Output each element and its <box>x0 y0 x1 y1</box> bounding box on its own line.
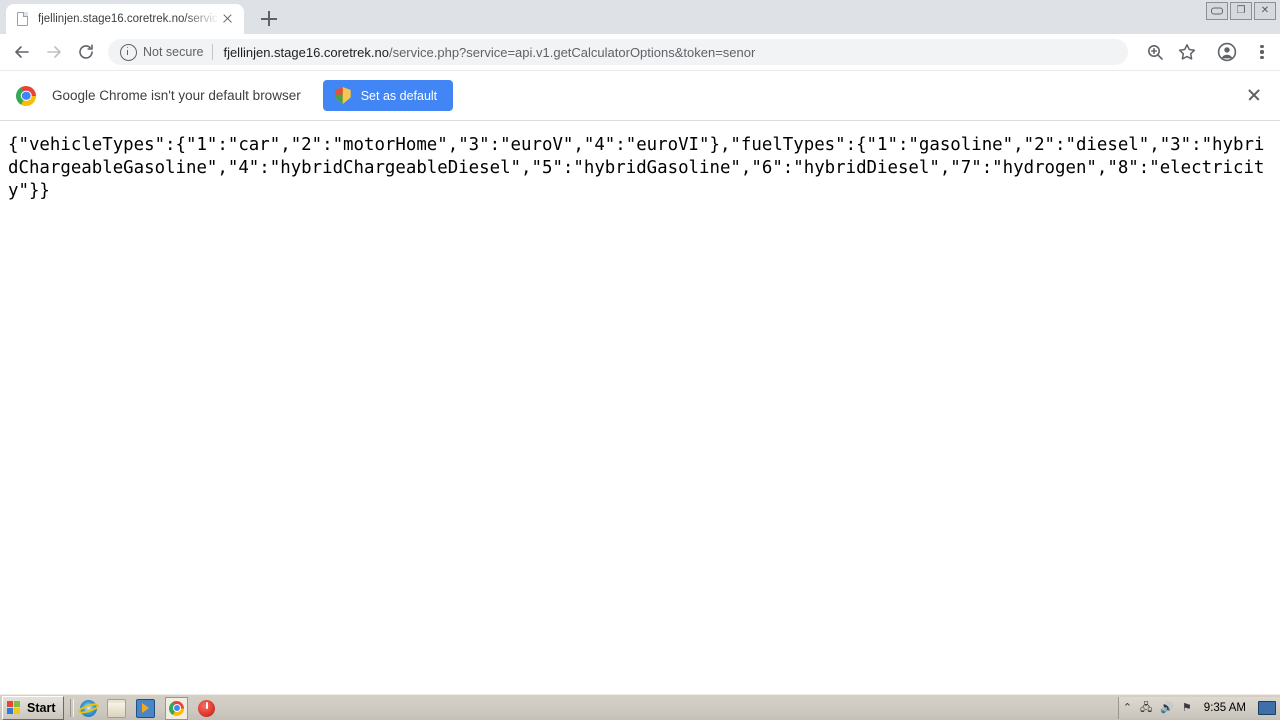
default-browser-infobar: Google Chrome isn't your default browser… <box>0 71 1280 121</box>
quick-launch-bar <box>80 696 216 720</box>
volume-icon[interactable]: 🔊 <box>1160 702 1174 714</box>
info-circle-icon[interactable] <box>120 43 137 61</box>
bookmark-star-icon[interactable] <box>1177 42 1197 62</box>
close-window-button[interactable]: ✕ <box>1254 2 1276 20</box>
chrome-taskbar-icon[interactable] <box>165 696 189 720</box>
security-status-label: Not secure <box>143 45 204 59</box>
zoom-icon[interactable] <box>1145 42 1165 62</box>
flag-icon[interactable]: ⚑ <box>1182 702 1192 714</box>
chrome-logo-icon <box>16 85 36 106</box>
more-menu-icon[interactable] <box>1252 42 1272 65</box>
infobar-message: Google Chrome isn't your default browser <box>52 88 301 103</box>
stop-icon[interactable] <box>198 699 216 717</box>
close-infobar-icon[interactable] <box>1246 87 1262 103</box>
back-button[interactable] <box>12 42 32 62</box>
clock[interactable]: 9:35 AM <box>1204 702 1246 714</box>
tab-strip: fjellinjen.stage16.coretrek.no/servic ❐ … <box>0 0 1280 34</box>
window-controls: ❐ ✕ <box>1206 2 1276 20</box>
start-label: Start <box>27 701 56 715</box>
page-content: {"vehicleTypes":{"1":"car","2":"motorHom… <box>0 121 1280 694</box>
url-path: /service.php?service=api.v1.getCalculato… <box>388 44 756 60</box>
windows-taskbar: Start ⌃ 🖧 🔊 ⚑ 9:35 AM <box>0 694 1280 720</box>
tab-title: fjellinjen.stage16.coretrek.no/servic <box>38 13 218 25</box>
json-response-text: {"vehicleTypes":{"1":"car","2":"motorHom… <box>8 135 1265 201</box>
close-window-icon: ✕ <box>1260 5 1270 16</box>
display-icon[interactable] <box>1258 701 1276 715</box>
reload-button[interactable] <box>76 42 96 62</box>
restore-icon: ❐ <box>1236 5 1246 16</box>
system-tray: ⌃ 🖧 🔊 ⚑ 9:35 AM <box>1117 697 1280 719</box>
start-button[interactable]: Start <box>2 696 65 720</box>
minimize-button[interactable] <box>1206 2 1228 20</box>
url-text: fjellinjen.stage16.coretrek.no/service.p… <box>223 45 755 60</box>
forward-button[interactable] <box>44 42 64 62</box>
close-tab-icon[interactable] <box>220 11 236 27</box>
address-bar[interactable]: Not secure fjellinjen.stage16.coretrek.n… <box>108 39 1128 65</box>
network-icon[interactable]: 🖧 <box>1140 702 1152 714</box>
shield-icon <box>334 87 351 104</box>
browser-tab[interactable]: fjellinjen.stage16.coretrek.no/servic <box>6 4 244 34</box>
browser-toolbar: Not secure fjellinjen.stage16.coretrek.n… <box>0 34 1280 71</box>
restore-button[interactable]: ❐ <box>1230 2 1252 20</box>
set-as-default-label: Set as default <box>360 88 438 103</box>
browser-window: fjellinjen.stage16.coretrek.no/servic ❐ … <box>0 0 1280 720</box>
page-icon <box>14 11 30 27</box>
folder-icon[interactable] <box>107 698 127 718</box>
set-as-default-button[interactable]: Set as default <box>322 80 454 111</box>
internet-explorer-icon[interactable] <box>80 699 98 717</box>
new-tab-button[interactable] <box>256 8 282 30</box>
quicklaunch-separator <box>70 699 75 717</box>
omnibox-separator <box>212 44 214 60</box>
media-player-icon[interactable] <box>136 698 156 718</box>
show-hidden-icons-icon[interactable]: ⌃ <box>1123 702 1132 714</box>
windows-flag-icon <box>7 701 22 715</box>
url-host: fjellinjen.stage16.coretrek.no <box>223 44 389 60</box>
profile-avatar-icon[interactable] <box>1217 42 1237 62</box>
